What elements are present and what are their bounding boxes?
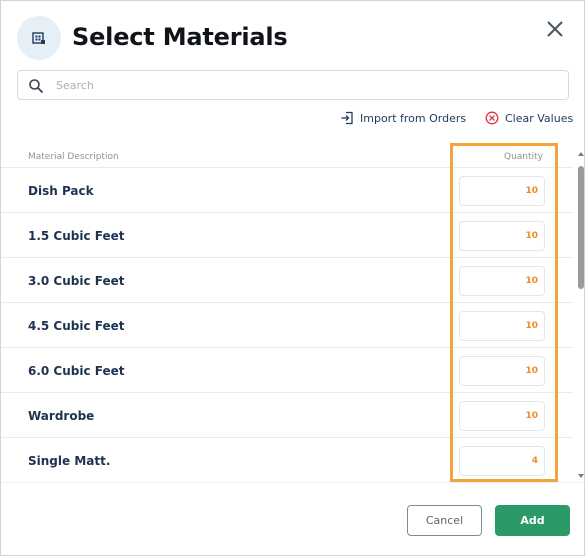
- clear-circle-x-icon: [485, 111, 499, 125]
- material-label: 4.5 Cubic Feet: [28, 319, 125, 333]
- quantity-input[interactable]: [459, 401, 545, 431]
- select-materials-dialog: Select Materials Import from Orders: [0, 0, 585, 556]
- list-scrollbar[interactable]: [576, 152, 585, 482]
- cancel-button[interactable]: Cancel: [407, 505, 482, 536]
- search-input[interactable]: [56, 75, 556, 95]
- import-icon: [341, 111, 353, 125]
- quantity-input[interactable]: [459, 446, 545, 476]
- scroll-up-arrow-icon[interactable]: [578, 152, 584, 156]
- quantity-input[interactable]: [459, 356, 545, 386]
- import-from-orders-button[interactable]: Import from Orders: [340, 109, 466, 127]
- clear-values-label: Clear Values: [505, 111, 574, 125]
- table-row: Dish Pack: [1, 167, 573, 212]
- materials-list: Dish Pack 1.5 Cubic Feet 3.0 Cubic Feet …: [1, 167, 573, 481]
- quantity-input[interactable]: [459, 311, 545, 341]
- scroll-thumb[interactable]: [578, 166, 584, 289]
- quantity-input[interactable]: [459, 221, 545, 251]
- material-label: 3.0 Cubic Feet: [28, 274, 125, 288]
- close-icon[interactable]: [544, 18, 566, 40]
- add-button[interactable]: Add: [495, 505, 570, 536]
- material-label: Single Matt.: [28, 454, 111, 468]
- search-icon: [28, 78, 44, 94]
- footer-divider: [1, 482, 585, 483]
- column-header-description: Material Description: [28, 152, 119, 162]
- table-row: Wardrobe: [1, 392, 573, 437]
- import-from-orders-label: Import from Orders: [360, 111, 467, 125]
- scroll-down-arrow-icon[interactable]: [578, 474, 584, 478]
- materials-icon: [17, 16, 61, 60]
- search-box: [17, 70, 569, 100]
- material-label: Wardrobe: [28, 409, 95, 423]
- clear-values-button[interactable]: Clear Values: [485, 109, 573, 127]
- table-row: 3.0 Cubic Feet: [1, 257, 573, 302]
- quantity-input[interactable]: [459, 176, 545, 206]
- table-row: Single Matt.: [1, 437, 573, 481]
- table-row: 6.0 Cubic Feet: [1, 347, 573, 392]
- quantity-input[interactable]: [459, 266, 545, 296]
- material-label: 6.0 Cubic Feet: [28, 364, 125, 378]
- table-row: 4.5 Cubic Feet: [1, 302, 573, 347]
- column-header-quantity: Quantity: [504, 152, 543, 162]
- table-row: 1.5 Cubic Feet: [1, 212, 573, 257]
- material-label: 1.5 Cubic Feet: [28, 229, 125, 243]
- dialog-title: Select Materials: [72, 23, 288, 51]
- material-label: Dish Pack: [28, 184, 94, 198]
